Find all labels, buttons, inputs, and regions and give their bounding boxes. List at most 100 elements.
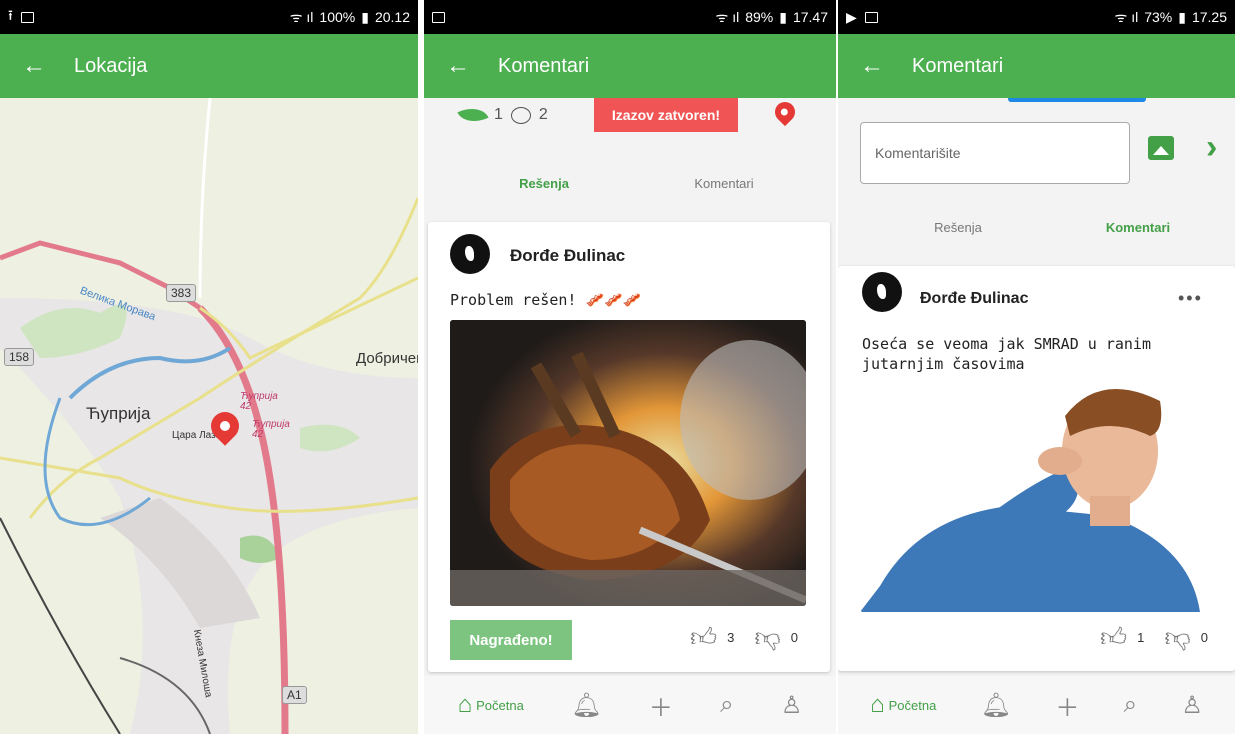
more-options-icon[interactable]: ••• — [1178, 288, 1203, 309]
map-view[interactable]: 383 158 A1 Велика Морава Ћуприја Добриче… — [0, 98, 418, 734]
bell-icon[interactable]: 🔔︎ — [571, 691, 601, 720]
app-bar: ← Komentari — [838, 34, 1235, 98]
challenge-closed-badge: Izazov zatvoren! — [594, 98, 738, 132]
signal-icon: ᯤ ıl — [715, 8, 740, 25]
profile-icon[interactable]: ♙ — [781, 691, 803, 720]
tab-comments[interactable]: Komentari — [634, 176, 814, 191]
solution-card: Đorđe Đulinac Problem rešen! 🥓🥓🥓 Nagrađe… — [428, 222, 830, 672]
send-chevron-icon[interactable]: › — [1206, 128, 1217, 167]
awarded-button[interactable]: Nagrađeno! — [450, 620, 572, 660]
location-pin-icon[interactable] — [770, 97, 800, 127]
signal-icon: ᯤ ıl — [1114, 8, 1139, 25]
screen-comments: ▶ ᯤ ıl 73% ▮ 17.25 ← Komentari Komentarišit… — [838, 0, 1235, 734]
tab-comments[interactable]: Komentari — [1048, 220, 1228, 235]
back-arrow-icon[interactable]: ← — [22, 54, 46, 78]
back-arrow-icon[interactable]: ← — [860, 54, 884, 78]
author-name[interactable]: Đorđe Đulinac — [510, 246, 625, 266]
town-label: Добричев — [356, 350, 418, 367]
clock: 17.47 — [792, 9, 828, 25]
image-icon — [20, 11, 34, 23]
map-drawing — [0, 98, 418, 734]
search-icon[interactable]: ⌕ — [1124, 691, 1137, 719]
post-photo[interactable] — [860, 376, 1218, 612]
page-title: Komentari — [912, 54, 1004, 77]
city-label: Ћуприја — [86, 404, 151, 423]
downvote-count: 0 — [1200, 630, 1209, 645]
back-arrow-icon[interactable]: ← — [446, 54, 470, 78]
roast-pig-image — [450, 320, 806, 606]
nav-home-label: Početna — [888, 697, 937, 713]
upvote-count: 3 — [727, 630, 735, 645]
bell-icon[interactable]: 🔔︎ — [981, 691, 1011, 720]
tab-bar: Rešenja Komentari — [868, 220, 1228, 235]
clock: 17.25 — [1191, 9, 1227, 25]
author-name[interactable]: Đorđe Đulinac — [920, 290, 1028, 308]
nav-home[interactable]: ⌂ Početna — [870, 691, 936, 719]
battery-level: 73% — [1144, 9, 1173, 25]
thumb-up-icon[interactable]: 👍︎ — [690, 622, 717, 653]
battery-level: 100% — [319, 9, 356, 25]
upload-icon: ⭱ — [8, 7, 13, 23]
leaf-icon — [457, 101, 489, 129]
avatar[interactable] — [450, 234, 490, 274]
place-label-2: Ћуприја 42 — [252, 419, 290, 440]
comment-placeholder: Komentarišite — [875, 145, 961, 161]
nav-home-label: Početna — [476, 697, 524, 713]
image-icon — [432, 11, 445, 23]
tab-solutions[interactable]: Rešenja — [868, 220, 1048, 235]
smell-reaction-image — [860, 376, 1218, 612]
tab-bar: Rešenja Komentari — [454, 176, 814, 191]
attach-image-icon[interactable] — [1148, 136, 1174, 160]
scroll-indicator — [1008, 98, 1146, 102]
status-bar: ⭱ ᯤ ıl 100% ▮ 20.12 — [0, 0, 418, 34]
image-icon — [864, 11, 878, 23]
battery-icon: ▮ — [1178, 8, 1186, 25]
home-icon: ⌂ — [870, 691, 885, 718]
screen-location: ⭱ ᯤ ıl 100% ▮ 20.12 ← Lokacija 383 158 A1 — [0, 0, 418, 734]
app-bar: ← Lokacija — [0, 34, 418, 98]
battery-icon: ▮ — [361, 8, 369, 25]
challenge-stats: 1 2 — [457, 101, 548, 129]
upvote-count: 1 — [1137, 630, 1145, 645]
thumb-up-icon[interactable]: 👍︎ — [1100, 622, 1127, 653]
clock: 20.12 — [374, 9, 410, 25]
plus-icon[interactable]: ＋ — [649, 688, 673, 723]
post-text: Oseća se veoma jak SMRAD u ranim jutarnj… — [862, 335, 1151, 373]
challenge-header: 1 2 Izazov zatvoren! Rešenja Komentari — [424, 97, 836, 218]
likes-count: 1 — [494, 106, 503, 123]
signal-icon: ᯤ ıl — [289, 8, 314, 25]
plus-icon[interactable]: ＋ — [1055, 688, 1079, 723]
downvote-count: 0 — [790, 630, 799, 645]
home-icon: ⌂ — [457, 691, 473, 718]
screen-solutions: ᯤ ıl 89% ▮ 17.47 ← Komentari 1 2 Izazov zat… — [424, 0, 836, 734]
avatar[interactable] — [862, 272, 902, 312]
post-photo[interactable] — [450, 320, 806, 606]
thumb-down-icon[interactable]: 👎︎ — [1164, 622, 1190, 653]
comment-bubble-icon — [510, 106, 531, 124]
profile-icon[interactable]: ♙ — [1181, 691, 1203, 720]
comments-count: 2 — [538, 106, 548, 123]
tab-solutions[interactable]: Rešenja — [454, 176, 634, 191]
page-title: Komentari — [498, 54, 590, 77]
battery-level: 89% — [745, 9, 774, 25]
bottom-navigation: ⌂ Početna 🔔︎ ＋ ⌕ ♙ — [838, 676, 1235, 734]
thumb-down-icon[interactable]: 👎︎ — [754, 622, 780, 653]
road-shield-a1: A1 — [282, 686, 307, 704]
vote-controls: 👍︎ 1 👎︎ 0 — [1100, 622, 1208, 653]
bottom-navigation: ⌂ Početna 🔔︎ ＋ ⌕ ♙ — [424, 676, 836, 734]
comment-input[interactable]: Komentarišite — [860, 122, 1130, 184]
page-title: Lokacija — [74, 54, 148, 77]
search-icon[interactable]: ⌕ — [720, 691, 733, 719]
status-bar: ᯤ ıl 89% ▮ 17.47 — [424, 0, 836, 34]
status-bar: ▶ ᯤ ıl 73% ▮ 17.25 — [838, 0, 1235, 34]
battery-icon: ▮ — [779, 8, 787, 25]
post-text: Problem rešen! 🥓🥓🥓 — [450, 291, 642, 309]
youtube-icon: ▶ — [846, 8, 857, 25]
vote-controls: 👍︎ 3 👎︎ 0 — [690, 622, 798, 653]
place-label-1: Ћуприја 42 — [240, 391, 278, 412]
app-bar: ← Komentari — [424, 34, 836, 98]
road-shield-383: 383 — [166, 284, 197, 302]
comment-card: Đorđe Đulinac ••• Oseća se veoma jak SMR… — [838, 266, 1235, 671]
nav-home[interactable]: ⌂ Početna — [458, 691, 524, 719]
road-shield-158: 158 — [4, 348, 35, 366]
